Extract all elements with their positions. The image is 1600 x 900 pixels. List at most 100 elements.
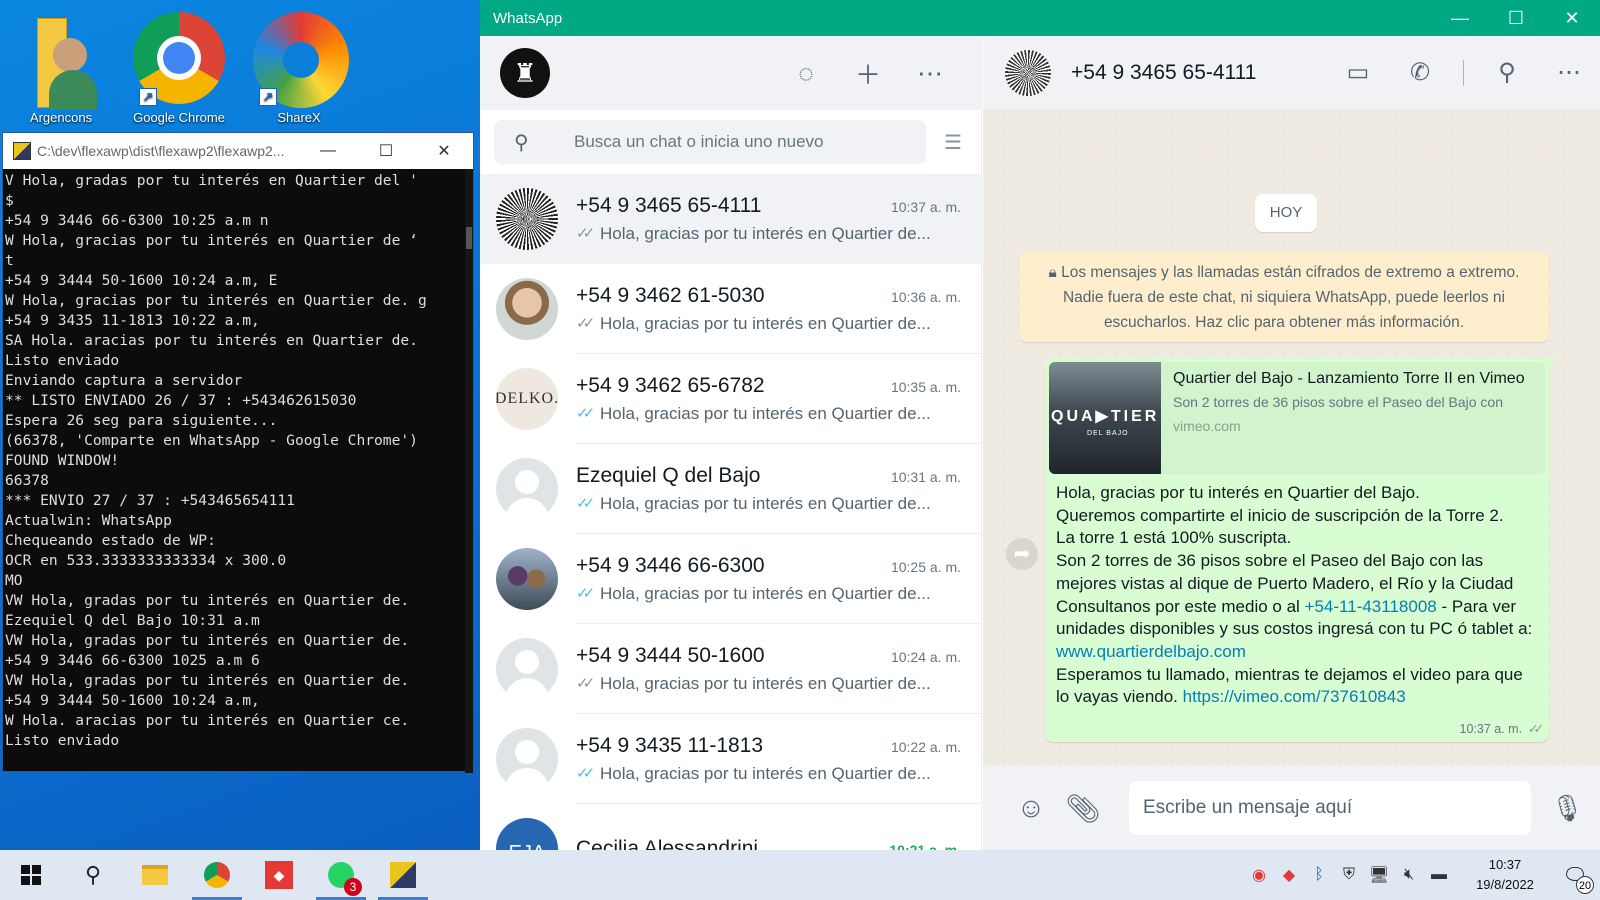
console-line: (66378, 'Comparte en WhatsApp - Google C… <box>5 432 418 449</box>
search-icon: ⚲ <box>84 862 102 887</box>
security-icon[interactable]: ⛨ <box>1334 866 1364 884</box>
console-line: +54 9 3435 11-1813 10:22 a.m, <box>5 312 260 329</box>
encryption-notice[interactable]: 🔒︎ Los mensajes y las llamadas están cif… <box>1019 252 1549 342</box>
anydesk-tray-icon[interactable]: ◆ <box>1274 865 1304 885</box>
battery-icon[interactable]: ▬ <box>1424 866 1454 884</box>
console-line: +54 9 3444 50-1600 10:24 a.m, <box>5 692 260 709</box>
website-link[interactable]: www.quartierdelbajo.com <box>1056 642 1246 661</box>
console-title: C:\dev\flexawp\dist\flexawp2\flexawp2... <box>37 143 285 159</box>
console-scrollbar[interactable] <box>465 169 473 773</box>
sharex-tray-icon[interactable]: ◉ <box>1244 865 1274 885</box>
volume-muted-icon[interactable]: 🔇︎ <box>1394 866 1424 884</box>
chat-list-item[interactable]: DELKO. +54 9 3462 65-6782 10:35 a. m. ✓✓ Hol… <box>480 354 981 444</box>
desktop-icon-sharex[interactable]: ↗ ShareX <box>240 8 358 125</box>
message-line: Hola, gracias por tu interés en Quartier… <box>1056 483 1420 502</box>
whatsapp-titlebar[interactable]: WhatsApp — ☐ ✕ <box>480 0 1600 36</box>
contact-avatar[interactable] <box>1005 49 1051 96</box>
desktop-icon-argencons[interactable]: Argencons <box>2 8 120 125</box>
video-link[interactable]: https://vimeo.com/737610843 <box>1183 687 1406 706</box>
video-call-icon[interactable]: ▭ <box>1327 58 1389 87</box>
console-line: Listo enviado <box>5 732 120 749</box>
forward-icon[interactable]: ➦ <box>1006 538 1038 570</box>
chat-avatar <box>496 458 558 520</box>
conversation-header[interactable]: +54 9 3465 65-4111 ▭ ✆ ⚲ ⋯ <box>983 36 1600 110</box>
search-button[interactable]: ⚲ <box>62 850 124 900</box>
unread-badge: 3 <box>344 878 362 896</box>
start-button[interactable] <box>0 850 62 900</box>
search-icon[interactable]: ⚲ <box>1476 58 1538 87</box>
encryption-notice-text: Los mensajes y las llamadas están cifrad… <box>1061 264 1520 331</box>
outgoing-message[interactable]: QUA▶TIER DEL BAJO Quartier del Bajo - La… <box>1045 358 1557 742</box>
shortcut-arrow-icon: ↗ <box>259 88 277 106</box>
search-box[interactable]: ⚲ <box>494 120 926 164</box>
chat-list-item[interactable]: +54 9 3462 61-5030 10:36 a. m. ✓✓ Hola, gra… <box>480 264 981 354</box>
message-input[interactable] <box>1129 781 1531 835</box>
taskbar: ⚲ ◆ 3 ◉ ◆ ᛒ ⛨ 🖥︎ 🔇︎ ▬ 10:37 19/8/2022 🗨︎… <box>0 850 1600 900</box>
double-check-icon: ✓✓ <box>576 674 595 692</box>
contact-name[interactable]: +54 9 3465 65-4111 <box>1071 61 1327 85</box>
message-area[interactable]: HOY 🔒︎ Los mensajes y las llamadas están… <box>983 110 1600 766</box>
minimize-button[interactable]: — <box>299 142 357 160</box>
menu-icon[interactable]: ⋯ <box>899 58 961 89</box>
taskbar-console[interactable] <box>372 850 434 900</box>
chat-list-item[interactable]: +54 9 3465 65-4111 10:37 a. m. ✓✓ Hola, gra… <box>480 174 981 264</box>
filter-icon[interactable]: ☰ <box>944 130 962 155</box>
desktop-icon-label: ShareX <box>277 110 321 125</box>
link-preview-domain: vimeo.com <box>1173 418 1241 434</box>
taskbar-chrome[interactable] <box>186 850 248 900</box>
console-output: V Hola, gradas por tu interés en Quartie… <box>3 169 473 769</box>
console-line: VW Hola, gradas por tu interés en Quarti… <box>5 672 410 689</box>
network-icon[interactable]: 🖥︎ <box>1364 865 1394 885</box>
minimize-button[interactable]: — <box>1432 8 1488 29</box>
console-line: VW Hola, gradas por tu interés en Quarti… <box>5 592 410 609</box>
emoji-icon[interactable]: ☺ <box>1005 792 1057 824</box>
chat-list-item[interactable]: +54 9 3444 50-1600 10:24 a. m. ✓✓ Hola, gra… <box>480 624 981 714</box>
console-line: +54 9 3444 50-1600 10:24 a.m, E <box>5 272 278 289</box>
profile-avatar[interactable]: ♜ <box>500 48 550 98</box>
chat-time: 10:35 a. m. <box>890 378 961 395</box>
desktop-icon-chrome[interactable]: ↗ Google Chrome <box>120 8 238 125</box>
new-chat-icon[interactable]: ＋ <box>837 55 899 92</box>
message-line: Consultanos por este medio o al <box>1056 596 1305 616</box>
chat-list-item[interactable]: +54 9 3435 11-1813 10:22 a. m. ✓✓ Hola, gra… <box>480 714 981 804</box>
double-check-icon: ✓✓ <box>576 314 595 332</box>
double-check-icon: ✓✓ <box>576 494 595 512</box>
chat-list-item[interactable]: +54 9 3446 66-6300 10:25 a. m. ✓✓ Hola, gra… <box>480 534 981 624</box>
folder-icon <box>142 865 168 885</box>
status-icon[interactable]: ◌ <box>775 58 837 89</box>
chat-preview: Hola, gracias por tu interés en Quartier… <box>600 223 931 243</box>
console-titlebar[interactable]: C:\dev\flexawp\dist\flexawp2\flexawp2...… <box>3 133 473 169</box>
attach-icon[interactable]: 📎︎ <box>1057 792 1109 825</box>
taskbar-anydesk[interactable]: ◆ <box>248 850 310 900</box>
console-line: ** LISTO ENVIADO 26 / 37 : +543462615030 <box>5 392 357 409</box>
chat-list-header: ♜ ◌ ＋ ⋯ <box>480 36 981 110</box>
console-line: $ <box>5 192 14 209</box>
chat-preview: Hola, gracias por tu interés en Quartier… <box>600 313 931 333</box>
phone-link[interactable]: +54-11-43118008 <box>1305 597 1437 616</box>
notification-center-button[interactable]: 🗨︎ 20 <box>1550 863 1600 894</box>
close-button[interactable]: ✕ <box>415 141 473 161</box>
conversation-panel: +54 9 3465 65-4111 ▭ ✆ ⚲ ⋯ HOY 🔒︎ Los me… <box>983 36 1600 850</box>
chat-avatar: DELKO. <box>496 368 558 430</box>
system-tray: ◉ ◆ ᛒ ⛨ 🖥︎ 🔇︎ ▬ 10:37 19/8/2022 🗨︎ 20 <box>1244 850 1600 900</box>
phone-call-icon[interactable]: ✆ <box>1389 58 1451 87</box>
menu-icon[interactable]: ⋯ <box>1538 58 1600 87</box>
chat-list-item[interactable]: EJA Cecilia Alessandrini 10:21 a. m. <box>480 804 981 850</box>
console-window[interactable]: C:\dev\flexawp\dist\flexawp2\flexawp2...… <box>2 132 474 773</box>
chat-list-item[interactable]: Ezequiel Q del Bajo 10:31 a. m. ✓✓ Hola, gr… <box>480 444 981 534</box>
maximize-button[interactable]: ☐ <box>1488 8 1544 29</box>
microphone-icon[interactable]: 🎙︎ <box>1547 793 1587 824</box>
close-button[interactable]: ✕ <box>1544 8 1600 29</box>
thumbnail-subtext: DEL BAJO <box>1087 430 1129 437</box>
link-preview[interactable]: QUA▶TIER DEL BAJO Quartier del Bajo - La… <box>1049 362 1545 474</box>
console-line: SA Hola. aracias por tu interés en Quart… <box>5 332 418 349</box>
chat-avatar <box>496 638 558 700</box>
maximize-button[interactable]: ☐ <box>357 141 415 161</box>
chat-avatar <box>496 278 558 340</box>
taskbar-file-explorer[interactable] <box>124 850 186 900</box>
bluetooth-icon[interactable]: ᛒ <box>1304 866 1334 884</box>
clock[interactable]: 10:37 19/8/2022 <box>1460 855 1550 895</box>
anydesk-icon: ◆ <box>265 861 293 889</box>
search-input[interactable] <box>574 132 914 152</box>
taskbar-whatsapp[interactable]: 3 <box>310 850 372 900</box>
